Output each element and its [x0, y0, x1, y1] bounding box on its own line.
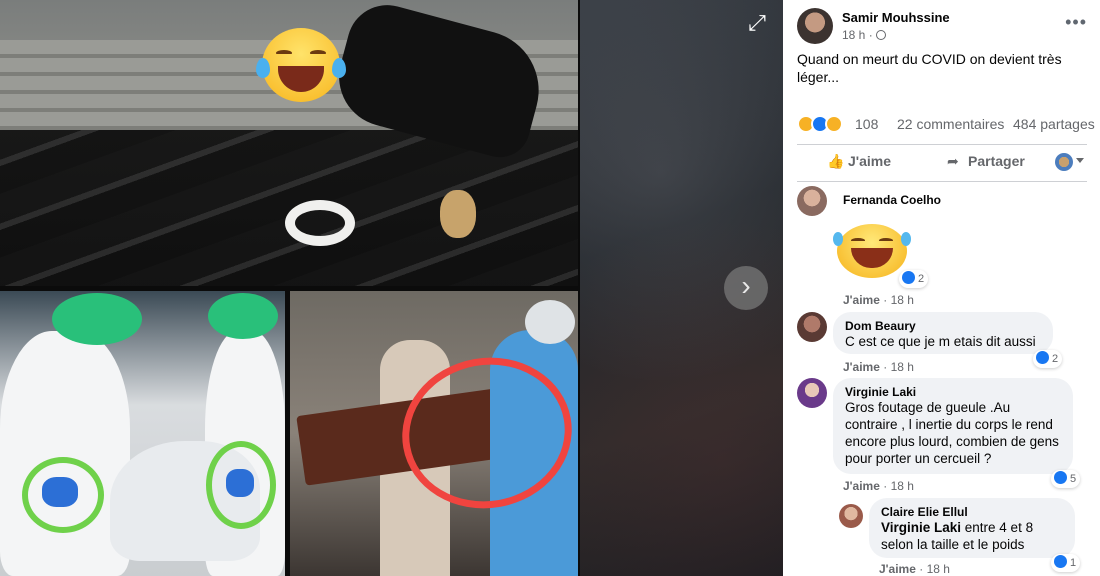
- comment-time: · 18 h: [919, 562, 950, 576]
- comment-text: Virginie Laki entre 4 et 8 selon la tail…: [881, 519, 1063, 553]
- globe-icon: [875, 30, 886, 40]
- comment-reaction-count: 2: [918, 273, 925, 285]
- comment-author[interactable]: Claire Elie Ellul: [881, 505, 1063, 519]
- comments-count[interactable]: 22 commentaires: [897, 116, 1004, 132]
- comment-item: Virginie Laki Gros foutage de gueule .Au…: [797, 378, 1087, 496]
- comment-meta: J'aime · 18 h: [843, 479, 914, 493]
- comment-author[interactable]: Fernanda Coelho: [843, 193, 941, 207]
- comment-reaction-count: 2: [1052, 353, 1059, 365]
- comment-author[interactable]: Virginie Laki: [845, 385, 1061, 399]
- post-header: Samir Mouhssine 18 h · •••: [797, 8, 1087, 44]
- chevron-right-icon: ›: [741, 270, 751, 301]
- mention-link[interactable]: Virginie Laki: [881, 520, 961, 535]
- comment-reaction-count: 5: [1070, 473, 1077, 485]
- photo-body-bags: [0, 0, 578, 286]
- comment-meta: J'aime · 18 h: [843, 360, 914, 374]
- comment-reactions[interactable]: 2: [1033, 350, 1063, 368]
- wow-reaction-icon: [825, 115, 843, 133]
- comment-text: Gros foutage de gueule .Au contraire , l…: [845, 400, 1059, 466]
- thumbs-up-icon: 👍: [827, 153, 845, 169]
- like-reaction-icon: [902, 271, 915, 284]
- identity-switcher[interactable]: [1055, 153, 1087, 173]
- post-timestamp[interactable]: 18 h ·: [842, 28, 886, 42]
- post-time-text: 18 h ·: [842, 28, 873, 42]
- comment-time: · 18 h: [883, 360, 914, 374]
- shares-count[interactable]: 484 partages: [1013, 116, 1095, 132]
- more-options-icon[interactable]: •••: [1065, 12, 1087, 33]
- laughing-emoji-icon: [256, 28, 346, 102]
- expand-icon[interactable]: ⤢: [740, 6, 774, 40]
- reply-item: Claire Elie Ellul Virginie Laki entre 4 …: [839, 498, 1089, 576]
- post-author[interactable]: Samir Mouhssine: [842, 10, 950, 25]
- comment-author[interactable]: Dom Beaury: [845, 319, 1041, 333]
- avatar: [1055, 153, 1073, 171]
- share-button[interactable]: ➦ Partager: [947, 153, 1025, 170]
- share-label: Partager: [968, 153, 1025, 169]
- post-panel: Samir Mouhssine 18 h · ••• Quand on meur…: [783, 0, 1100, 576]
- comment-text: C est ce que je m etais dit aussi: [845, 334, 1036, 349]
- comment-time: · 18 h: [883, 479, 914, 493]
- comment-time: · 18 h: [883, 293, 914, 307]
- post-text: Quand on meurt du COVID on devient très …: [797, 51, 1062, 85]
- comment-like-link[interactable]: J'aime: [843, 360, 880, 374]
- flower-wreath: [285, 200, 355, 246]
- like-reaction-icon: [1054, 555, 1067, 568]
- post-stats: 108 22 commentaires 484 partages: [797, 114, 1097, 134]
- avatar[interactable]: [797, 8, 833, 44]
- green-cap-left: [52, 293, 142, 345]
- caret-down-icon: [1076, 158, 1084, 163]
- reaction-count[interactable]: 108: [855, 116, 878, 132]
- like-reaction-icon: [1036, 351, 1049, 364]
- comment-reactions[interactable]: 1: [1051, 554, 1081, 572]
- green-cap-right: [208, 293, 278, 339]
- comment-item: Fernanda Coelho 2 J'aime · 18 h: [797, 186, 1087, 307]
- worker-cap: [525, 300, 575, 344]
- comment-meta: J'aime · 18 h: [843, 293, 914, 307]
- teddy-bear: [440, 190, 476, 238]
- photo-hazmat-workers: [0, 291, 285, 576]
- comment-like-link[interactable]: J'aime: [843, 479, 880, 493]
- comment-bubble: Virginie Laki Gros foutage de gueule .Au…: [833, 378, 1073, 474]
- photo-viewer: ⤢ ›: [0, 0, 783, 576]
- like-button[interactable]: 👍 J'aime: [827, 153, 891, 170]
- comment-bubble: Dom Beaury C est ce que je m etais dit a…: [833, 312, 1053, 354]
- green-highlight-circle-right: [206, 441, 276, 529]
- avatar[interactable]: [797, 378, 827, 408]
- green-highlight-circle-left: [22, 457, 104, 533]
- avatar[interactable]: [797, 312, 827, 342]
- comment-reactions[interactable]: 2: [899, 270, 929, 288]
- avatar[interactable]: [839, 504, 863, 528]
- post-actions: 👍 J'aime ➦ Partager: [797, 144, 1087, 182]
- comment-like-link[interactable]: J'aime: [843, 293, 880, 307]
- comment-like-link[interactable]: J'aime: [879, 562, 916, 576]
- comment-reactions[interactable]: 5: [1051, 470, 1081, 488]
- next-photo-button[interactable]: ›: [724, 266, 768, 310]
- comment-meta: J'aime · 18 h: [879, 562, 950, 576]
- laughing-sticker-icon: [833, 224, 911, 278]
- comment-reaction-count: 1: [1070, 557, 1077, 569]
- like-label: J'aime: [848, 153, 892, 169]
- comment-item: Dom Beaury C est ce que je m etais dit a…: [797, 312, 1087, 374]
- comment-bubble: Claire Elie Ellul Virginie Laki entre 4 …: [869, 498, 1075, 558]
- avatar[interactable]: [797, 186, 827, 216]
- share-arrow-icon: ➦: [947, 153, 959, 169]
- like-reaction-icon: [1054, 471, 1067, 484]
